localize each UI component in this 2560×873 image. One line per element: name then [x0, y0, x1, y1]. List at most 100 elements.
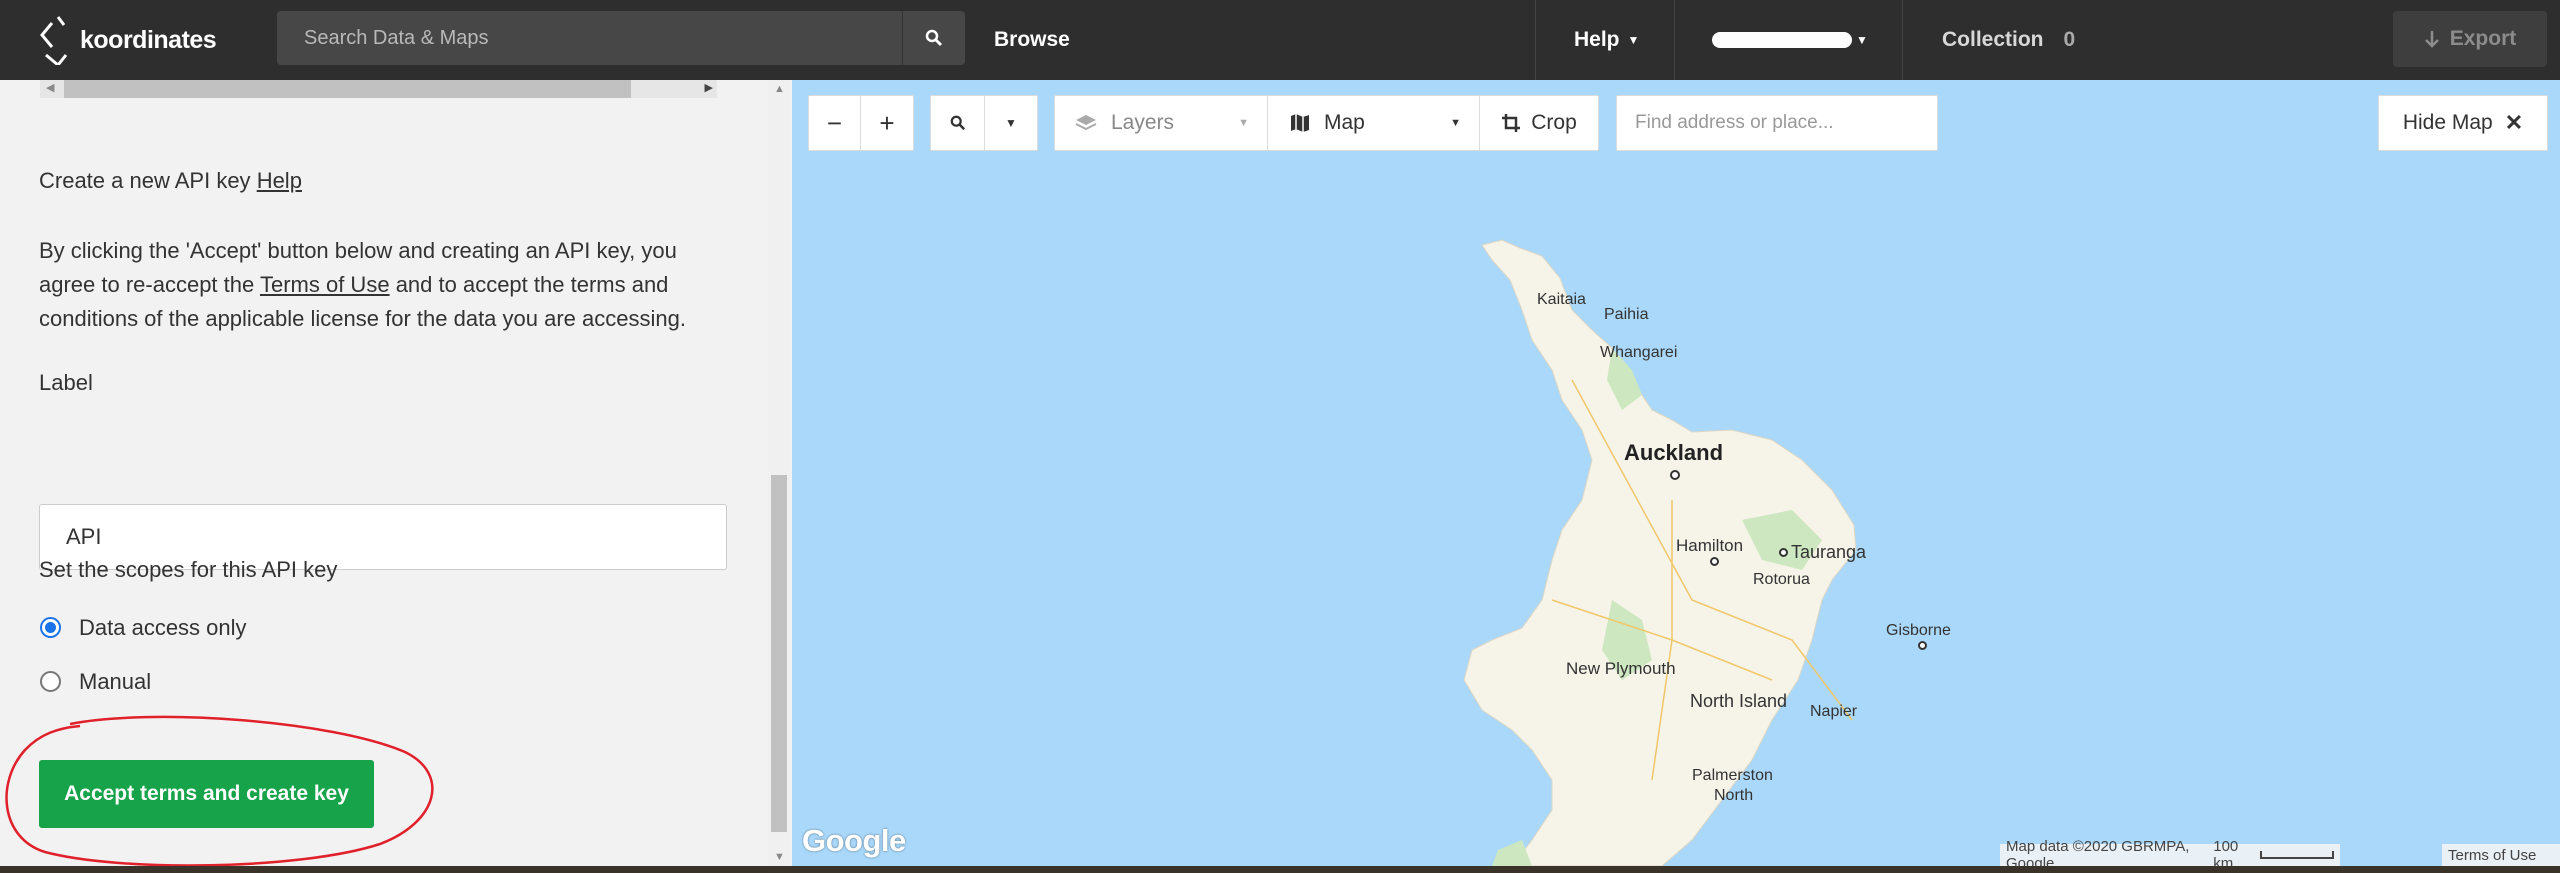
google-logo: Google [802, 823, 906, 858]
koordinates-logo[interactable]: koordinates [36, 14, 217, 68]
top-navigation-bar: koordinates Browse Help ▼ ▼ Collection 0… [0, 0, 2560, 80]
help-menu[interactable]: Help ▼ [1574, 0, 1639, 80]
city-marker-icon [1918, 641, 1927, 650]
map-type-dropdown[interactable]: Map ▼ [1268, 96, 1480, 150]
place-label: Hamilton [1676, 536, 1744, 555]
scopes-heading: Set the scopes for this API key [39, 557, 338, 582]
zoom-out-button[interactable]: − [809, 96, 861, 150]
scope-option-label: Manual [79, 669, 152, 694]
nav-divider [1674, 0, 1675, 80]
user-name-redacted [1712, 32, 1852, 48]
bottom-window-strip [0, 866, 2560, 873]
label-heading: Label [39, 370, 93, 395]
chevron-down-icon: ▼ [1005, 116, 1017, 130]
scope-option-label: Data access only [79, 615, 247, 640]
map-search-button[interactable] [931, 96, 985, 150]
map-panel[interactable]: − + ▼ Layers ▼ Map ▼ Crop Hide Map ✕ Kai… [792, 80, 2560, 866]
search-tool-controls: ▼ [930, 95, 1038, 151]
logo-diamond-icon [36, 15, 86, 68]
map-label: Map [1324, 111, 1365, 134]
scroll-left-icon: ◀ [46, 82, 55, 94]
collection-link[interactable]: Collection 0 [1942, 0, 2075, 80]
place-label: Rotorua [1753, 571, 1810, 588]
user-menu[interactable]: ▼ [1712, 0, 1868, 80]
chevron-down-icon: ▼ [1450, 117, 1461, 129]
place-label: North [1714, 787, 1754, 804]
place-label: Palmerston [1692, 767, 1773, 784]
horizontal-scrollbar-thumb[interactable] [64, 80, 631, 98]
place-label: Gisborne [1886, 622, 1951, 639]
terms-text: agree to re-accept the [39, 272, 255, 297]
map-terms-link[interactable]: Terms of Use [2442, 844, 2560, 866]
zoom-in-button[interactable]: + [861, 96, 913, 150]
terms-text: and to accept the terms and [395, 272, 669, 297]
terms-of-use-link[interactable]: Terms of Use [260, 272, 390, 297]
terms-line: By clicking the 'Accept' button below an… [39, 238, 677, 263]
place-label: New Plymouth [1566, 659, 1676, 678]
horizontal-scrollbar[interactable]: ◀ ▶ [40, 80, 717, 98]
place-label: Auckland [1624, 440, 1724, 465]
export-label: Export [2449, 27, 2517, 50]
layers-icon [1075, 115, 1097, 131]
place-label: Tauranga [1791, 542, 1867, 562]
radio-manual[interactable] [40, 671, 61, 692]
create-key-title: Create a new API key [39, 168, 251, 193]
attribution-text: Map data ©2020 GBRMPA, Google [2006, 838, 2190, 866]
place-label: Napier [1810, 703, 1858, 720]
help-link[interactable]: Help [257, 168, 302, 193]
vertical-scrollbar[interactable]: ▲ ▼ [768, 80, 790, 866]
nav-divider [1902, 0, 1903, 80]
place-label: Whangarei [1600, 344, 1678, 361]
close-icon: ✕ [2504, 110, 2524, 135]
help-label: Help [1574, 28, 1620, 51]
city-marker-icon [1779, 548, 1788, 557]
api-key-sidebar: ◀ ▶ Create a new API key Help By clickin… [0, 80, 792, 866]
accept-terms-create-key-button[interactable]: Accept terms and create key [39, 760, 374, 828]
crop-button[interactable]: Crop [1480, 96, 1598, 150]
scale-label: 100 km [2213, 838, 2239, 866]
city-marker-icon [1670, 470, 1680, 480]
nav-divider [1535, 0, 1536, 80]
search-icon [950, 115, 965, 131]
find-address-input[interactable] [1616, 95, 1938, 151]
search-button[interactable] [902, 11, 965, 65]
layers-label: Layers [1111, 111, 1175, 134]
arrow-down-icon [2424, 31, 2439, 48]
plus-icon: + [879, 107, 895, 138]
terms-line: conditions of the applicable license for… [39, 306, 686, 331]
chevron-down-icon: ▼ [1238, 117, 1249, 129]
zoom-controls: − + [808, 95, 914, 151]
scroll-down-icon: ▼ [774, 851, 785, 863]
scale-bar [2259, 851, 2335, 859]
vertical-scrollbar-thumb[interactable] [771, 475, 787, 832]
map-icon [1291, 114, 1309, 132]
map-attribution: Map data ©2020 GBRMPA, Google 100 km [2000, 838, 2340, 866]
collection-count: 0 [2063, 28, 2076, 51]
chevron-down-icon: ▼ [1856, 33, 1868, 47]
browse-link[interactable]: Browse [994, 0, 1070, 80]
terms-line: agree to re-accept the Terms of Use and … [39, 268, 759, 302]
scroll-right-icon: ▶ [704, 82, 713, 94]
logo-text: koordinates [80, 25, 217, 54]
search-options-dropdown[interactable]: ▼ [985, 96, 1037, 150]
crop-label: Crop [1531, 111, 1577, 134]
scroll-up-icon: ▲ [774, 83, 785, 95]
export-button[interactable]: Export [2393, 11, 2547, 67]
city-marker-icon [1710, 557, 1719, 566]
place-label: Kaitaia [1537, 291, 1586, 308]
layers-dropdown[interactable]: Layers ▼ [1055, 96, 1268, 150]
crop-icon [1502, 114, 1521, 132]
hide-map-button[interactable]: Hide Map ✕ [2378, 95, 2548, 151]
minus-icon: − [826, 107, 843, 138]
collection-label: Collection [1942, 28, 2044, 51]
create-key-heading: Create a new API key Help [39, 168, 302, 194]
place-label: North Island [1690, 691, 1788, 711]
place-label: Paihia [1604, 306, 1649, 323]
search-icon [925, 29, 942, 46]
layers-map-crop-toolbar: Layers ▼ Map ▼ Crop [1054, 95, 1599, 151]
hide-map-label: Hide Map [2402, 111, 2493, 134]
chevron-down-icon: ▼ [1627, 33, 1640, 47]
terms-paragraph: By clicking the 'Accept' button below an… [39, 234, 759, 336]
search-input[interactable] [277, 11, 902, 65]
radio-data-access[interactable] [40, 617, 61, 638]
